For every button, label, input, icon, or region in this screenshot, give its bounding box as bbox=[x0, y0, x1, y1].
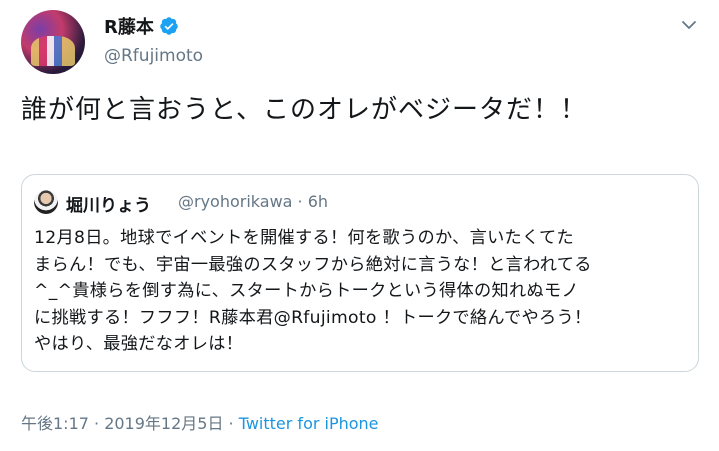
quoted-author-avatar[interactable] bbox=[34, 190, 58, 214]
quoted-line: ^_^貴様らを倒す為に、スタートからトークという得体の知れぬモノ bbox=[34, 281, 579, 301]
quoted-line: 12月8日。地球でイベントを開催する！何を歌うのか、言いたくてた bbox=[34, 228, 574, 248]
tweet-timestamp[interactable]: 午後1:17 · 2019年12月5日 · bbox=[21, 414, 239, 433]
verified-badge-icon bbox=[160, 17, 178, 35]
chevron-down-icon[interactable] bbox=[680, 16, 698, 34]
quoted-line: に挑戦する！フフフ！R藤本君@Rfujimoto ！トークで絡んでやろう！ bbox=[34, 307, 592, 328]
tweet-source-link[interactable]: Twitter for iPhone bbox=[239, 414, 379, 433]
quoted-author-name[interactable]: 堀川りょう bbox=[66, 191, 151, 216]
quoted-line: やはり、最強だなオレは！ bbox=[34, 334, 244, 354]
quoted-line: まらん！でも、宇宙一最強のスタッフから絶対に言うな！と言われてる bbox=[34, 254, 592, 275]
quoted-tweet-text: 12月8日。地球でイベントを開催する！何を歌うのか、言いたくてた まらん！でも、… bbox=[34, 225, 690, 358]
quoted-author-meta[interactable]: @ryohorikawa · 6h bbox=[178, 192, 328, 211]
author-name-row[interactable]: R藤本 bbox=[104, 14, 179, 38]
tweet-text: 誰が何と言おうと、このオレがベジータだ！！ bbox=[21, 95, 587, 125]
author-avatar[interactable] bbox=[21, 10, 85, 74]
quoted-tweet-card[interactable]: 堀川りょう @ryohorikawa · 6h 12月8日。地球でイベントを開催… bbox=[21, 174, 699, 372]
author-display-name[interactable]: R藤本 bbox=[104, 13, 154, 39]
tweet-footer: 午後1:17 · 2019年12月5日 · Twitter for iPhone bbox=[21, 410, 379, 434]
author-handle[interactable]: @Rfujimoto bbox=[104, 46, 203, 66]
